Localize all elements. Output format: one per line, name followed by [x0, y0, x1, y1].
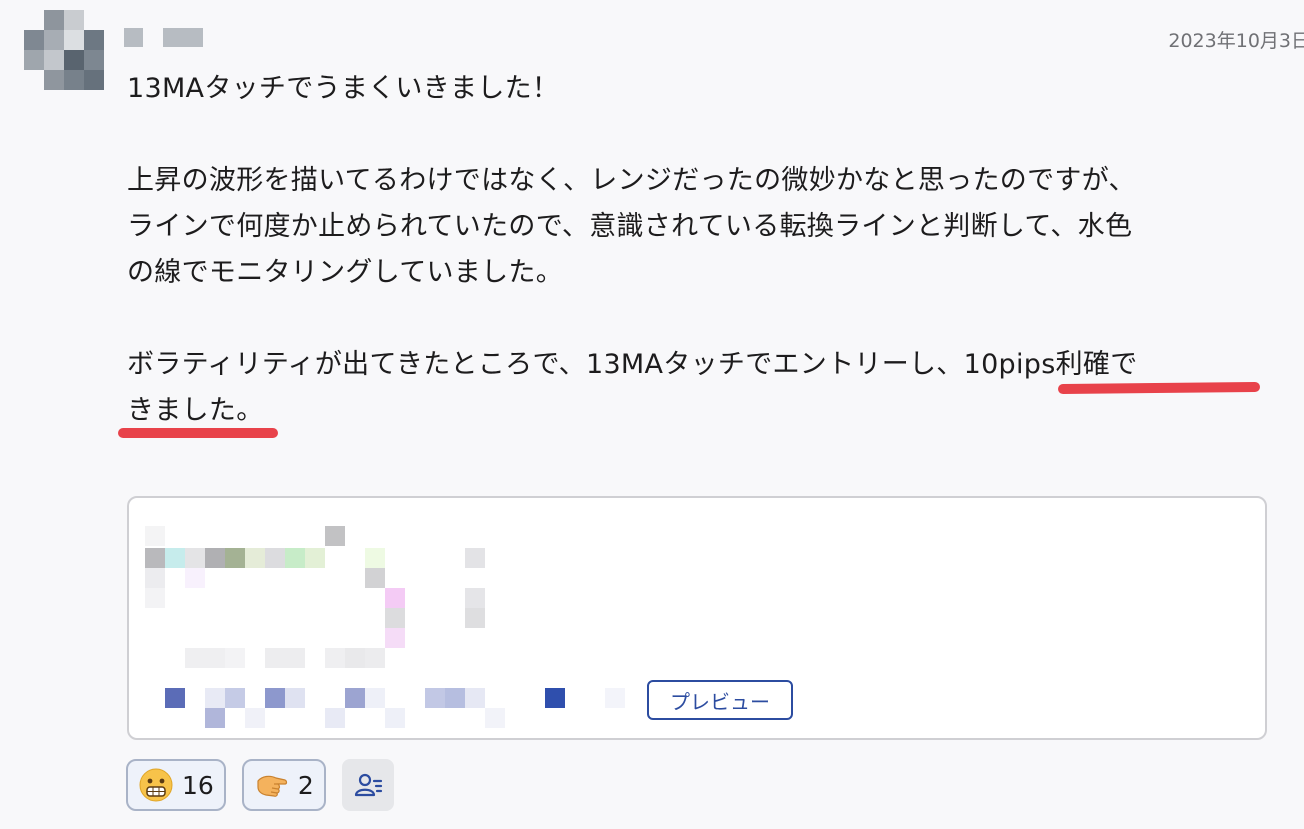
reaction-count: 16 — [182, 770, 214, 800]
author-name[interactable] — [124, 28, 203, 47]
message-line: ボラティリティが出てきたところで、13MAタッチでエントリーし、10pips利確… — [127, 349, 1138, 380]
reaction-count: 2 — [297, 770, 314, 800]
add-reaction-button[interactable] — [341, 759, 394, 811]
message-line: ラインで何度か止められていたので、意識されている転換ラインと判断して、水色 — [127, 211, 1133, 242]
avatar[interactable] — [24, 10, 104, 90]
highlight-underline — [118, 428, 278, 438]
reaction-handshake[interactable]: 2 — [241, 759, 326, 811]
grimacing-face-icon — [139, 768, 173, 802]
message-line: の線でモニタリングしていました。 — [127, 257, 563, 288]
reactions-bar: 16 2 — [126, 759, 394, 811]
message-line: 上昇の波形を描いてるわけではなく、レンジだったの微妙かなと思ったのですが、 — [127, 165, 1136, 196]
user-reactions-icon — [354, 773, 382, 797]
preview-button[interactable]: プレビュー — [647, 680, 793, 720]
message-line: 13MAタッチでうまくいきました！ — [127, 73, 560, 104]
message-body: 13MAタッチでうまくいきました！ 上昇の波形を描いてるわけではなく、レンジだっ… — [127, 66, 1277, 434]
highlight-underline — [1057, 381, 1261, 395]
message-view: 2023年10月3日 13MAタッチでうまくいきました！ 上昇の波形を描いてるわ… — [0, 0, 1304, 829]
message-timestamp[interactable]: 2023年10月3日 — [1168, 26, 1304, 53]
message-line: きました。 — [127, 395, 264, 426]
handshake-hand-icon — [257, 775, 287, 797]
link-preview-card[interactable]: プレビュー — [127, 496, 1267, 740]
reaction-grimacing-face[interactable]: 16 — [126, 759, 226, 811]
